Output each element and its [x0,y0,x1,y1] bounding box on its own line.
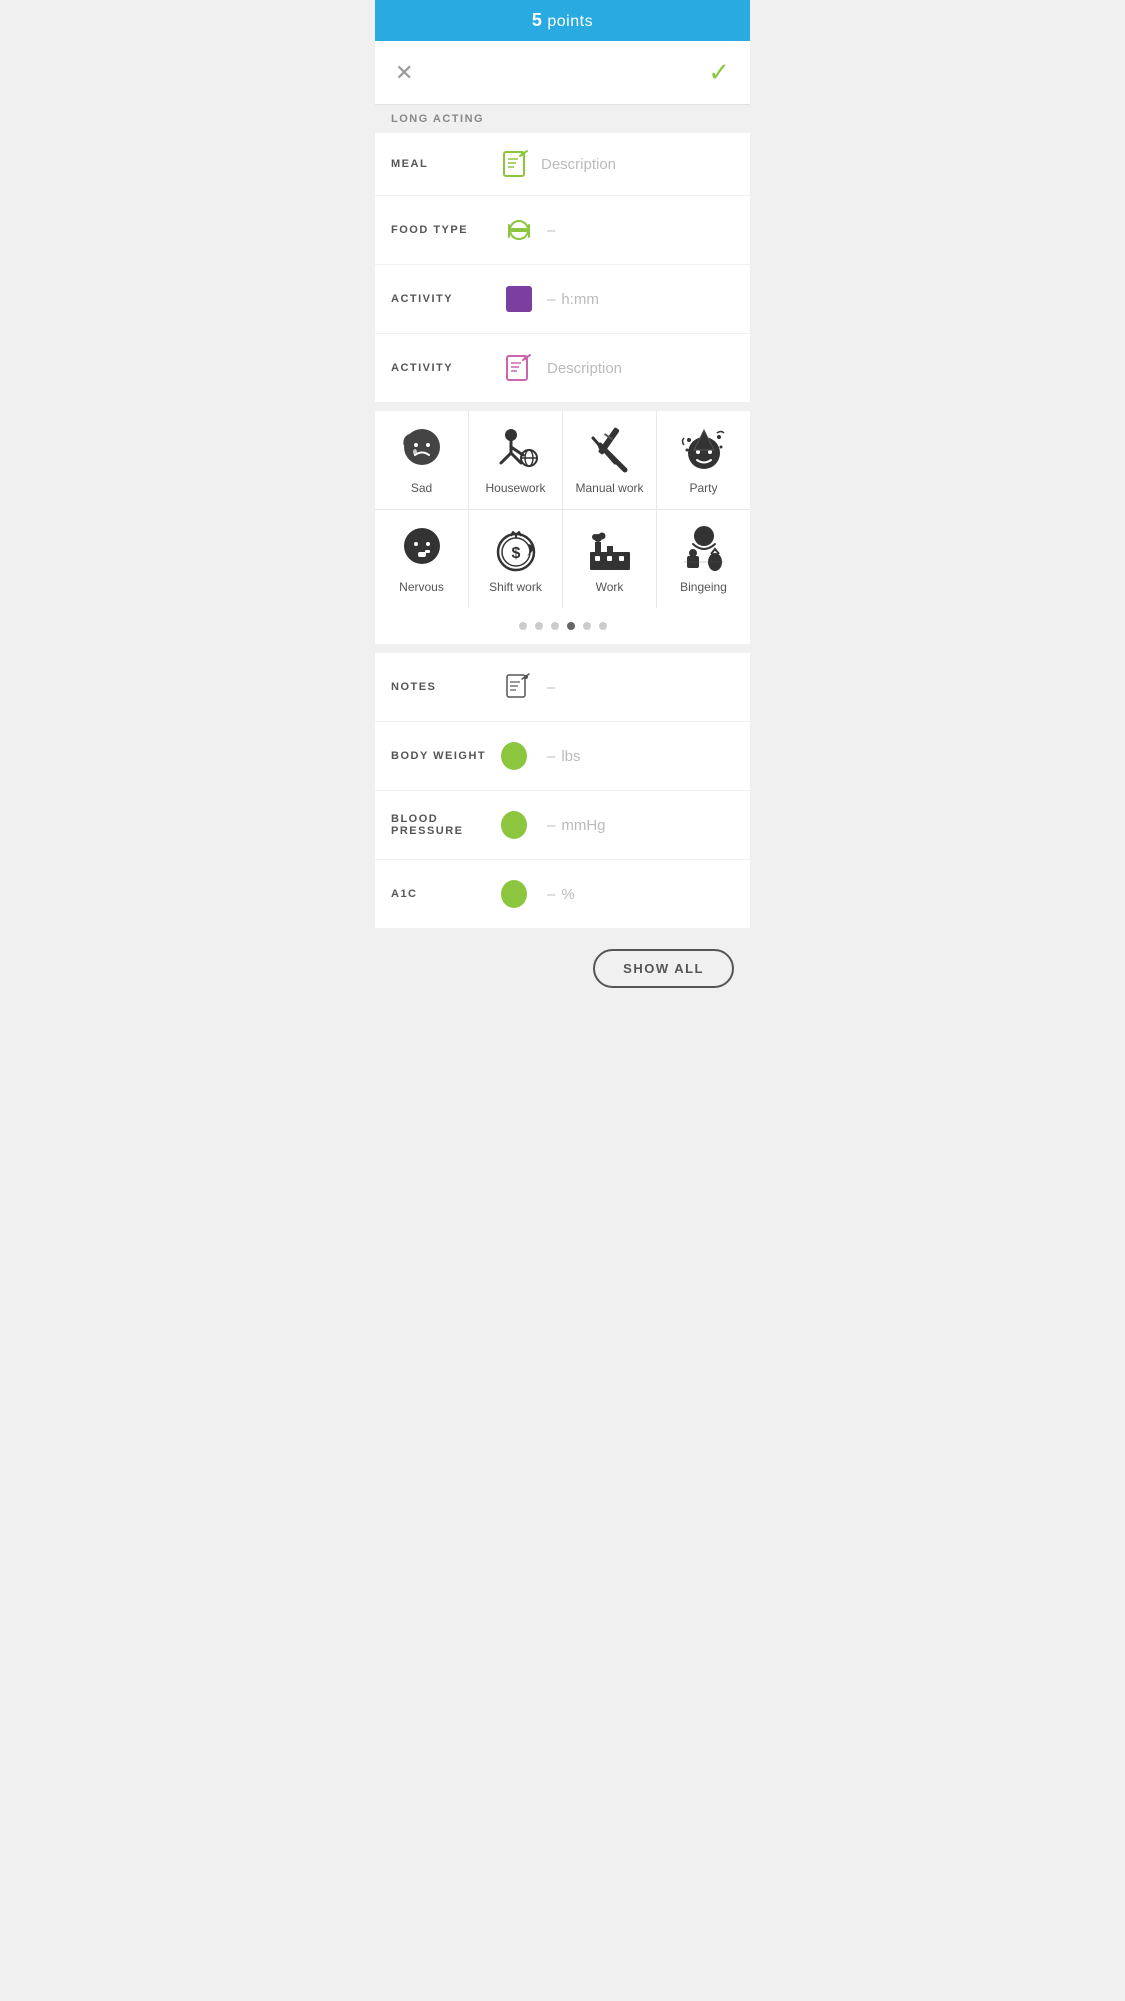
dot-4[interactable] [567,622,575,630]
icon-cell-sad[interactable]: Sad [375,411,468,509]
icon-grid: Sad Housework [375,411,750,608]
separator-2 [375,645,750,653]
dot-1[interactable] [519,622,527,630]
activity2-label: ACTIVITY [391,362,501,374]
housework-icon [491,425,541,475]
body-weight-unit: lbs [561,748,580,765]
shift-work-icon: $ [491,524,541,574]
nervous-label: Nervous [399,580,444,594]
sad-icon [397,425,447,475]
show-all-button[interactable]: SHOW ALL [593,949,734,988]
a1c-icon [501,876,537,912]
close-icon[interactable]: ✕ [395,60,413,86]
a1c-row: A1C – % [375,860,750,929]
meal-description[interactable]: Description [541,156,616,173]
activity1-time[interactable]: h:mm [561,291,599,308]
icon-cell-party[interactable]: Party [657,411,750,509]
nav-bar: ✕ ✓ [375,41,750,105]
dot-2[interactable] [535,622,543,630]
blood-pressure-unit: mmHg [561,817,605,834]
work-icon [585,524,635,574]
blood-pressure-dash: – [547,817,555,834]
activity2-description[interactable]: Description [547,360,622,377]
body-weight-icon [501,738,537,774]
icon-cell-manual-work[interactable]: Manual work [563,411,656,509]
icon-grid-container: Sad Housework [375,411,750,645]
points-label: points [542,13,593,30]
food-type-row: FOOD TYPE – [375,196,750,265]
work-label: Work [596,580,624,594]
a1c-unit: % [561,886,574,903]
icon-cell-nervous[interactable]: Nervous [375,510,468,608]
activity1-icon [501,281,537,317]
nervous-icon [397,524,447,574]
body-weight-row: BODY WEIGHT – lbs [375,722,750,791]
icon-cell-housework[interactable]: Housework [469,411,562,509]
dot-6[interactable] [599,622,607,630]
shift-work-label: Shift work [489,580,542,594]
manual-work-icon [585,425,635,475]
body-weight-dash: – [547,748,555,765]
activity2-icon [501,350,537,386]
food-type-icon [501,212,537,248]
icon-cell-bingeing[interactable]: Bingeing [657,510,750,608]
party-icon [679,425,729,475]
a1c-label: A1C [391,888,501,900]
body-weight-dot [501,742,527,770]
food-type-dash: – [547,222,555,239]
blood-pressure-icon [501,807,537,843]
a1c-dash: – [547,886,555,903]
section-label: LONG ACTING [375,105,750,133]
dot-3[interactable] [551,622,559,630]
separator [375,403,750,411]
notes-label: NOTES [391,681,501,693]
icon-cell-work[interactable]: Work [563,510,656,608]
activity-purple-square [506,286,532,312]
notes-dash: – [547,679,555,696]
meal-label: MEAL [391,158,501,170]
blood-pressure-label: BLOOD PRESSURE [391,813,501,837]
meal-icon [501,149,531,179]
bingeing-label: Bingeing [680,580,727,594]
activity1-dash: – [547,291,555,308]
food-type-label: FOOD TYPE [391,224,501,236]
svg-text:$: $ [511,545,520,562]
party-label: Party [689,481,717,495]
icon-cell-shift-work[interactable]: $ Shift work [469,510,562,608]
top-bar: 5 points [375,0,750,41]
blood-pressure-dot [501,811,527,839]
points-value: 5 [532,10,543,30]
dot-5[interactable] [583,622,591,630]
housework-label: Housework [485,481,545,495]
blood-pressure-row: BLOOD PRESSURE – mmHg [375,791,750,860]
activity2-row: ACTIVITY Description [375,334,750,403]
check-icon[interactable]: ✓ [708,57,730,88]
activity1-label: ACTIVITY [391,293,501,305]
show-all-container: SHOW ALL [375,929,750,1008]
notes-row: NOTES – [375,653,750,722]
body-weight-label: BODY WEIGHT [391,750,501,762]
notes-icon [501,669,537,705]
manual-work-label: Manual work [575,481,643,495]
activity1-row: ACTIVITY – h:mm [375,265,750,334]
a1c-dot [501,880,527,908]
meal-row: MEAL Description [375,133,750,196]
pagination-dots [375,608,750,645]
sad-label: Sad [411,481,432,495]
bingeing-icon [679,524,729,574]
